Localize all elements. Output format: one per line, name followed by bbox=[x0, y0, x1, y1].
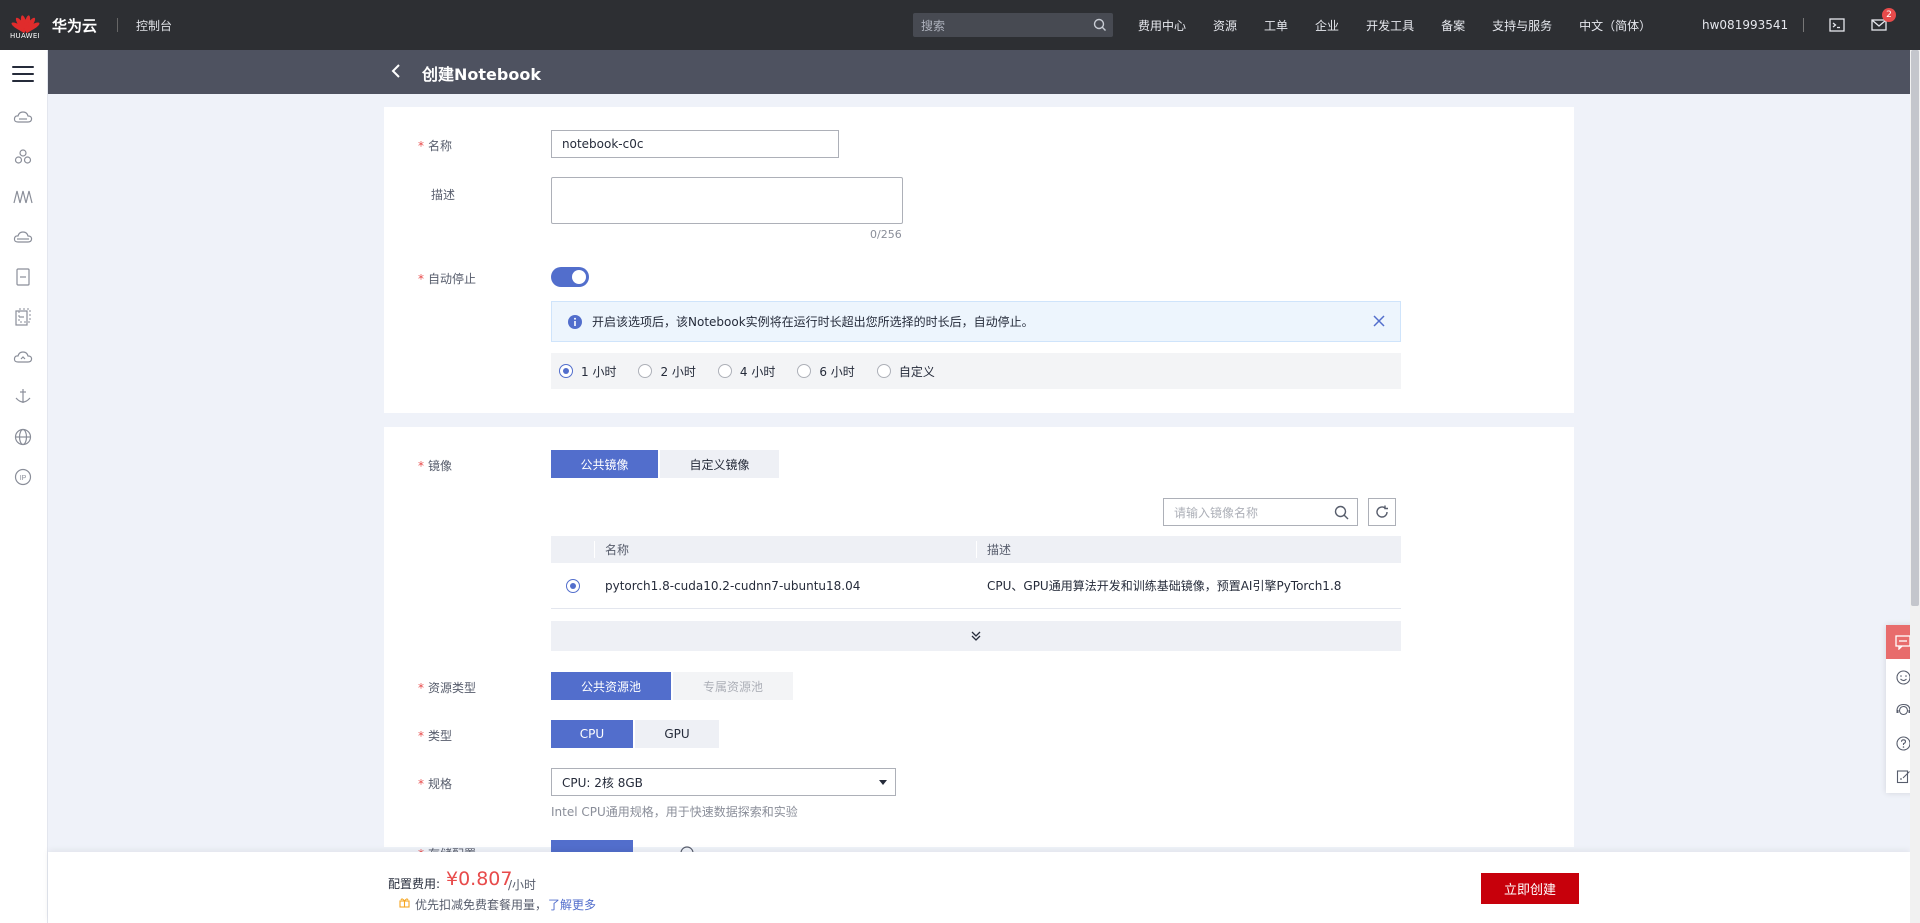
huawei-logo[interactable]: HUAWEI bbox=[0, 0, 50, 50]
image-search-input[interactable]: 请输入镜像名称 bbox=[1163, 498, 1358, 526]
resource-pool-tabs: 公共资源池 专属资源池 bbox=[551, 672, 795, 700]
fee-label: 配置费用: bbox=[388, 877, 441, 891]
document-icon[interactable] bbox=[12, 306, 34, 328]
alert-text: 开启该选项后，该Notebook实例将在运行时长超出您所选择的时长后，自动停止。 bbox=[592, 315, 1034, 329]
info-icon bbox=[568, 314, 582, 329]
image-table: 名称 描述 pytorch1.8-cuda10.2-cudnn7-ubuntu1… bbox=[551, 536, 1401, 609]
console-link[interactable]: 控制台 bbox=[136, 17, 172, 34]
name-label: * 名称 bbox=[418, 139, 453, 153]
bottom-action-bar bbox=[48, 852, 1910, 923]
autostop-toggle[interactable] bbox=[551, 267, 589, 287]
table-row[interactable]: pytorch1.8-cuda10.2-cudnn7-ubuntu18.04 C… bbox=[551, 563, 1401, 609]
double-chevron-down-icon bbox=[971, 631, 981, 641]
spec-hint: Intel CPU通用规格，用于快速数据探索和实验 bbox=[551, 805, 798, 819]
type-label: * 类型 bbox=[418, 729, 453, 743]
chevron-down-icon bbox=[879, 780, 887, 785]
svg-text:IP: IP bbox=[20, 475, 27, 482]
storage-evs-button[interactable] bbox=[551, 840, 633, 852]
divider bbox=[117, 18, 119, 32]
tab-public-pool[interactable]: 公共资源池 bbox=[551, 672, 671, 700]
cluster-icon[interactable] bbox=[12, 146, 34, 168]
global-search-input[interactable]: 搜索 bbox=[913, 13, 1113, 37]
duration-option-4h[interactable]: 4 小时 bbox=[717, 363, 775, 380]
resource-type-label: * 资源类型 bbox=[418, 681, 477, 695]
fee-note: 优先扣减免费套餐用量， bbox=[415, 898, 548, 912]
image-type-tabs: 公共镜像 自定义镜像 bbox=[551, 450, 781, 478]
deploy-icon[interactable] bbox=[12, 386, 34, 408]
tab-public-image[interactable]: 公共镜像 bbox=[551, 450, 658, 478]
duration-radio-group: 1 小时 2 小时 4 小时 6 小时 自定义 bbox=[551, 353, 1401, 389]
fee-price: ¥0.807 bbox=[446, 868, 513, 890]
username[interactable]: hw081993541 bbox=[1702, 18, 1788, 32]
page-header bbox=[48, 50, 1910, 94]
search-icon[interactable] bbox=[1093, 18, 1107, 32]
page-title: 创建Notebook bbox=[422, 65, 541, 84]
learn-more-link[interactable]: 了解更多 bbox=[548, 896, 596, 913]
row-select-radio[interactable] bbox=[565, 578, 580, 593]
tab-gpu[interactable]: GPU bbox=[635, 720, 719, 748]
tab-dedicated-pool[interactable]: 专属资源池 bbox=[673, 672, 793, 700]
tab-custom-image[interactable]: 自定义镜像 bbox=[660, 450, 779, 478]
brand-name[interactable]: 华为云 bbox=[52, 15, 97, 36]
autostop-label: * 自动停止 bbox=[418, 272, 477, 286]
spec-label: * 规格 bbox=[418, 777, 453, 791]
tab-cpu[interactable]: CPU bbox=[551, 720, 633, 748]
description-label: 描述 bbox=[431, 188, 456, 202]
page-scrollbar[interactable] bbox=[1910, 50, 1920, 923]
globe-icon[interactable] bbox=[12, 426, 34, 448]
table-header: 名称 描述 bbox=[551, 536, 1401, 563]
network-icon[interactable] bbox=[12, 186, 34, 208]
nav-icp[interactable]: 备案 bbox=[1441, 17, 1465, 34]
duration-option-6h[interactable]: 6 小时 bbox=[797, 363, 855, 380]
logo-text: HUAWEI bbox=[9, 31, 40, 40]
hamburger-menu-icon[interactable] bbox=[12, 66, 34, 84]
name-input[interactable]: notebook-c0c bbox=[551, 130, 839, 158]
duration-option-2h[interactable]: 2 小时 bbox=[638, 363, 696, 380]
expand-table-button[interactable] bbox=[551, 621, 1401, 651]
create-now-button[interactable]: 立即创建 bbox=[1481, 873, 1579, 904]
autostop-info-alert: 开启该选项后，该Notebook实例将在运行时长超出您所选择的时长后，自动停止。 bbox=[551, 301, 1401, 342]
duration-option-custom[interactable]: 自定义 bbox=[876, 363, 935, 380]
image-name: pytorch1.8-cuda10.2-cudnn7-ubuntu18.04 bbox=[594, 578, 976, 593]
search-icon[interactable] bbox=[1334, 505, 1349, 520]
close-icon[interactable] bbox=[1372, 314, 1386, 328]
message-count-badge: 2 bbox=[1882, 8, 1896, 22]
divider bbox=[1803, 18, 1804, 32]
image-search-placeholder: 请输入镜像名称 bbox=[1174, 505, 1259, 520]
refresh-icon bbox=[1376, 505, 1388, 518]
refresh-button[interactable] bbox=[1368, 498, 1396, 526]
scrollbar-thumb[interactable] bbox=[1911, 50, 1919, 606]
duration-option-1h[interactable]: 1 小时 bbox=[559, 363, 616, 380]
server-icon[interactable] bbox=[12, 266, 34, 288]
column-name: 名称 bbox=[594, 541, 976, 558]
image-description: CPU、GPU通用算法开发和训练基础镜像，预置AI引擎PyTorch1.8 bbox=[976, 577, 1401, 594]
description-counter: 0/256 bbox=[870, 228, 902, 241]
cloud-icon[interactable] bbox=[12, 346, 34, 368]
chat-icon bbox=[1895, 635, 1911, 650]
cloud-storage-icon[interactable] bbox=[12, 226, 34, 248]
search-placeholder: 搜索 bbox=[921, 18, 946, 33]
nav-billing[interactable]: 费用中心 bbox=[1138, 17, 1186, 34]
spec-value: CPU: 2核 8GB bbox=[562, 775, 643, 790]
nav-support[interactable]: 支持与服务 bbox=[1492, 17, 1552, 34]
compute-type-tabs: CPU GPU bbox=[551, 720, 721, 748]
nav-tickets[interactable]: 工单 bbox=[1264, 17, 1288, 34]
image-label: * 镜像 bbox=[418, 459, 453, 473]
nav-enterprise[interactable]: 企业 bbox=[1315, 17, 1339, 34]
nav-language[interactable]: 中文（简体） bbox=[1579, 17, 1651, 34]
terminal-icon[interactable] bbox=[1829, 17, 1845, 33]
huawei-flower-icon bbox=[10, 11, 41, 33]
cloud-service-icon[interactable] bbox=[12, 106, 34, 128]
fee-unit: /小时 bbox=[508, 878, 537, 892]
description-textarea[interactable] bbox=[551, 177, 903, 224]
top-nav: 费用中心 资源 工单 企业 开发工具 备案 支持与服务 中文（简体） bbox=[1138, 0, 1678, 50]
ip-icon[interactable]: IP bbox=[12, 466, 34, 488]
left-sidebar: IP bbox=[0, 50, 48, 923]
gift-icon bbox=[399, 898, 410, 908]
spec-select[interactable]: CPU: 2核 8GB bbox=[551, 768, 896, 796]
column-description: 描述 bbox=[976, 541, 1401, 558]
nav-dev-tools[interactable]: 开发工具 bbox=[1366, 17, 1414, 34]
back-arrow-icon[interactable] bbox=[390, 62, 402, 80]
nav-resources[interactable]: 资源 bbox=[1213, 17, 1237, 34]
